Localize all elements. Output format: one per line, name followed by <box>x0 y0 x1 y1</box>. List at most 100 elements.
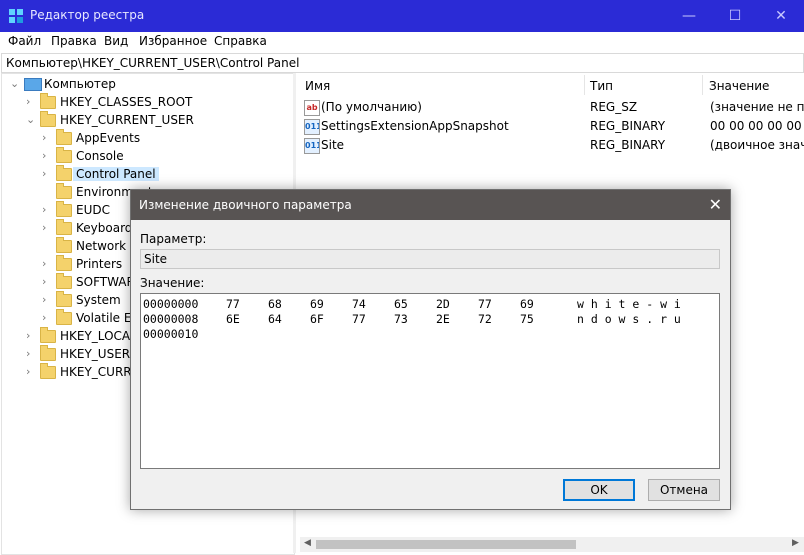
hex-offset: 00000000 <box>143 297 199 311</box>
hex-byte[interactable]: 73 <box>394 312 408 326</box>
tree-node-appevents[interactable]: › AppEvents <box>2 129 292 148</box>
tree-label: EUDC <box>76 203 110 217</box>
tree-node-hkcu[interactable]: ⌄ HKEY_CURRENT_USER <box>2 111 292 130</box>
hex-byte[interactable]: 68 <box>268 297 282 311</box>
value-type: REG_BINARY <box>590 138 666 152</box>
column-divider[interactable] <box>584 75 585 95</box>
scroll-left-icon[interactable]: ◀ <box>304 538 311 548</box>
chevron-right-icon[interactable]: › <box>42 203 46 216</box>
maximize-button[interactable]: ☐ <box>712 0 758 32</box>
param-name-field: Site <box>140 249 720 269</box>
registry-editor-icon <box>9 9 23 23</box>
chevron-right-icon[interactable]: › <box>42 293 46 306</box>
value-row-site[interactable]: 011 Site REG_BINARY (двоичное значение н… <box>296 136 804 155</box>
hex-byte[interactable]: 75 <box>520 312 534 326</box>
binary-value-icon: 011 <box>304 119 320 135</box>
folder-icon <box>56 309 72 325</box>
folder-icon <box>56 237 72 253</box>
binary-value-icon: 011 <box>304 138 320 154</box>
hex-byte[interactable]: 6F <box>310 312 324 326</box>
minimize-button[interactable]: — <box>666 0 712 32</box>
tree-node-console[interactable]: › Console <box>2 147 292 166</box>
tree-node-hkcr[interactable]: › HKEY_CLASSES_ROOT <box>2 93 292 112</box>
chevron-right-icon[interactable]: › <box>26 329 30 342</box>
window-title: Редактор реестра <box>30 8 145 22</box>
column-header-name[interactable]: Имя <box>305 79 330 93</box>
chevron-right-icon[interactable]: › <box>42 131 46 144</box>
value-row-default[interactable]: ab (По умолчанию) REG_SZ (значение не пр… <box>296 98 804 117</box>
chevron-down-icon[interactable]: ⌄ <box>10 77 19 90</box>
close-button[interactable]: ✕ <box>758 0 804 32</box>
dialog-close-icon[interactable]: ✕ <box>709 195 722 214</box>
computer-icon <box>24 78 42 91</box>
column-divider[interactable] <box>702 75 703 95</box>
param-label: Параметр: <box>140 232 207 246</box>
chevron-down-icon[interactable]: ⌄ <box>26 113 35 126</box>
hex-byte[interactable]: 2D <box>436 297 450 311</box>
cancel-button[interactable]: Отмена <box>648 479 720 501</box>
hex-ascii[interactable]: w h i t e - w i <box>577 297 681 311</box>
chevron-right-icon[interactable]: › <box>42 167 46 180</box>
close-icon: ✕ <box>775 8 787 24</box>
tree-label: Компьютер <box>44 77 116 91</box>
folder-icon <box>56 165 72 181</box>
folder-icon <box>56 219 72 235</box>
column-header-type[interactable]: Тип <box>590 79 613 93</box>
hex-byte[interactable]: 74 <box>352 297 366 311</box>
chevron-right-icon[interactable]: › <box>26 365 30 378</box>
hex-ascii[interactable]: n d o w s . r u <box>577 312 681 326</box>
hex-byte[interactable]: 2E <box>436 312 450 326</box>
tree-label: Control Panel <box>73 167 159 181</box>
chevron-right-icon[interactable]: › <box>42 221 46 234</box>
edit-binary-dialog: Изменение двоичного параметра ✕ Параметр… <box>130 189 731 510</box>
tree-label: Console <box>76 149 124 163</box>
folder-icon <box>56 273 72 289</box>
address-bar[interactable]: Компьютер\HKEY_CURRENT_USER\Control Pane… <box>1 53 804 73</box>
chevron-right-icon[interactable]: › <box>42 275 46 288</box>
folder-icon <box>56 183 72 199</box>
tree-node-computer[interactable]: ⌄ Компьютер <box>2 76 292 94</box>
column-header-value[interactable]: Значение <box>709 79 769 93</box>
hex-byte[interactable]: 72 <box>478 312 492 326</box>
tree-label: Network <box>76 239 127 253</box>
tree-label: AppEvents <box>76 131 141 145</box>
address-path: Компьютер\HKEY_CURRENT_USER\Control Pane… <box>6 56 300 70</box>
hex-byte[interactable]: 64 <box>268 312 282 326</box>
string-value-icon: ab <box>304 100 320 116</box>
folder-icon <box>56 255 72 271</box>
chevron-right-icon[interactable]: › <box>42 257 46 270</box>
hex-byte[interactable]: 77 <box>478 297 492 311</box>
hex-byte[interactable]: 69 <box>520 297 534 311</box>
horizontal-scrollbar[interactable]: ◀ ▶ <box>300 537 804 552</box>
hex-byte[interactable]: 6E <box>226 312 240 326</box>
tree-node-control-panel[interactable]: › Control Panel <box>2 165 292 184</box>
scroll-right-icon[interactable]: ▶ <box>792 538 799 548</box>
folder-icon <box>56 147 72 163</box>
menu-view[interactable]: Вид <box>104 34 128 48</box>
value-row-settings-snapshot[interactable]: 011 SettingsExtensionAppSnapshot REG_BIN… <box>296 117 804 136</box>
folder-icon <box>56 129 72 145</box>
ok-button[interactable]: OK <box>563 479 635 501</box>
hex-byte[interactable]: 65 <box>394 297 408 311</box>
value-label: Значение: <box>140 276 205 290</box>
menu-help[interactable]: Справка <box>214 34 267 48</box>
hex-byte[interactable]: 69 <box>310 297 324 311</box>
value-type: REG_SZ <box>590 100 638 114</box>
scroll-thumb[interactable] <box>316 540 576 549</box>
hex-byte[interactable]: 77 <box>352 312 366 326</box>
chevron-right-icon[interactable]: › <box>26 347 30 360</box>
value-data: (двоичное значение нулевой длины) <box>710 138 804 152</box>
chevron-right-icon[interactable]: › <box>42 149 46 162</box>
folder-icon <box>40 327 56 343</box>
menu-favorites[interactable]: Избранное <box>139 34 207 48</box>
minimize-icon: — <box>682 8 696 24</box>
hex-byte[interactable]: 77 <box>226 297 240 311</box>
menu-file[interactable]: Файл <box>8 34 41 48</box>
hex-editor[interactable]: 00000000 77 68 69 74 65 2D 77 69 w h i t… <box>140 293 720 469</box>
folder-icon <box>40 111 56 127</box>
chevron-right-icon[interactable]: › <box>26 95 30 108</box>
tree-label: System <box>76 293 121 307</box>
chevron-right-icon[interactable]: › <box>42 311 46 324</box>
menu-edit[interactable]: Правка <box>51 34 97 48</box>
tree-label: Printers <box>76 257 123 271</box>
